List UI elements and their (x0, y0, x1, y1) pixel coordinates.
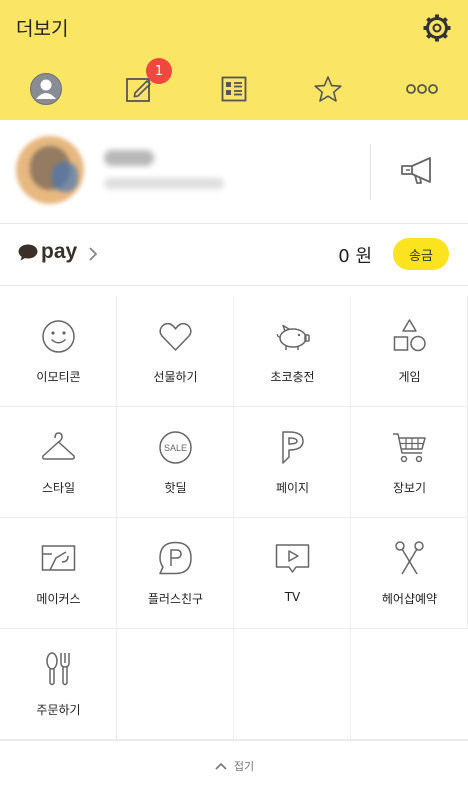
grid-item-makers[interactable]: 메이커스 (0, 518, 117, 629)
grid-item-plusfriend[interactable]: 플러스친구 (117, 518, 234, 629)
tab-profile[interactable] (16, 62, 76, 116)
grid-item-label: 초코충전 (270, 370, 315, 384)
grid-item-label: 선물하기 (153, 370, 198, 384)
grid-item-label: 게임 (398, 370, 421, 384)
sale-icon: SALE (159, 431, 192, 464)
shapes-icon (393, 319, 426, 352)
emoticon-icon (42, 320, 75, 353)
profile-account-redacted (104, 178, 224, 189)
grid-item-label: 장보기 (392, 481, 427, 495)
collapse-button[interactable]: 접기 (0, 740, 468, 790)
pay-logo-text: pay (41, 240, 78, 263)
notification-badge: 1 (146, 58, 172, 84)
megaphone-icon[interactable] (398, 154, 438, 188)
heart-icon (159, 322, 192, 351)
grid-item-label: 페이지 (275, 481, 310, 495)
tab-edit[interactable]: 1 (110, 58, 172, 116)
header-bar: 더보기 1 (0, 0, 468, 120)
cart-icon (393, 433, 426, 463)
collapse-label: 접기 (233, 759, 255, 773)
scissors-icon (395, 541, 424, 575)
grid-item-label: 메이커스 (36, 592, 81, 606)
gear-icon[interactable] (422, 13, 452, 43)
grid-item-gift[interactable]: 선물하기 (117, 296, 234, 407)
grid-item-style[interactable]: 스타일 (0, 407, 117, 518)
list-icon (221, 76, 247, 102)
grid-item-choco[interactable]: 초코충전 (234, 296, 351, 407)
grid-item-label: 플러스친구 (147, 592, 204, 606)
tab-more[interactable] (392, 62, 452, 116)
page-title: 더보기 (16, 18, 69, 40)
grid-item-hairshop[interactable]: 헤어샵예약 (351, 518, 468, 629)
speech-bubble-icon (18, 244, 38, 260)
grid-empty-cell (117, 629, 234, 740)
service-grid: 이모티콘 선물하기 초코충전 게임 스타일 SALE 핫딜 페이지 장보기 메이… (0, 296, 468, 740)
grid-empty-cell (234, 629, 351, 740)
divider (370, 144, 371, 200)
more-icon (406, 84, 438, 94)
page-p-icon (282, 431, 304, 464)
grid-item-label: 이모티콘 (36, 370, 81, 384)
piggy-bank-icon (276, 324, 310, 350)
send-money-button[interactable]: 송금 (393, 238, 449, 270)
chevron-up-icon (215, 762, 227, 770)
hanger-icon (42, 432, 75, 460)
tab-list[interactable] (204, 62, 264, 116)
grid-item-label: 헤어샵예약 (381, 592, 438, 606)
grid-item-tv[interactable]: TV (234, 518, 351, 629)
grid-item-label: 스타일 (41, 481, 76, 495)
grid-item-order[interactable]: 주문하기 (0, 629, 117, 740)
grid-item-hotdeal[interactable]: SALE 핫딜 (117, 407, 234, 518)
chevron-right-icon[interactable] (88, 246, 98, 262)
star-icon (314, 76, 342, 102)
grid-item-shopping[interactable]: 장보기 (351, 407, 468, 518)
grid-empty-cell (351, 629, 468, 740)
grid-item-label: 주문하기 (36, 703, 81, 717)
grid-item-label: 핫딜 (164, 481, 187, 495)
svg-text:SALE: SALE (164, 443, 187, 453)
profile-name-redacted (104, 150, 154, 166)
tv-icon (275, 544, 310, 573)
profile-card[interactable] (0, 120, 468, 224)
pay-link[interactable]: pay (18, 240, 77, 264)
profile-icon (30, 73, 62, 105)
tab-favorites[interactable] (298, 62, 358, 116)
pay-balance: 0 원 (338, 246, 372, 267)
tab-bar: 1 (0, 58, 468, 116)
avatar[interactable] (16, 136, 84, 204)
grid-item-label: TV (284, 590, 301, 604)
cutlery-icon (46, 652, 70, 686)
plus-friend-icon (159, 541, 192, 575)
grid-item-game[interactable]: 게임 (351, 296, 468, 407)
grid-item-emoticon[interactable]: 이모티콘 (0, 296, 117, 407)
grid-item-page[interactable]: 페이지 (234, 407, 351, 518)
makers-icon (41, 545, 76, 571)
